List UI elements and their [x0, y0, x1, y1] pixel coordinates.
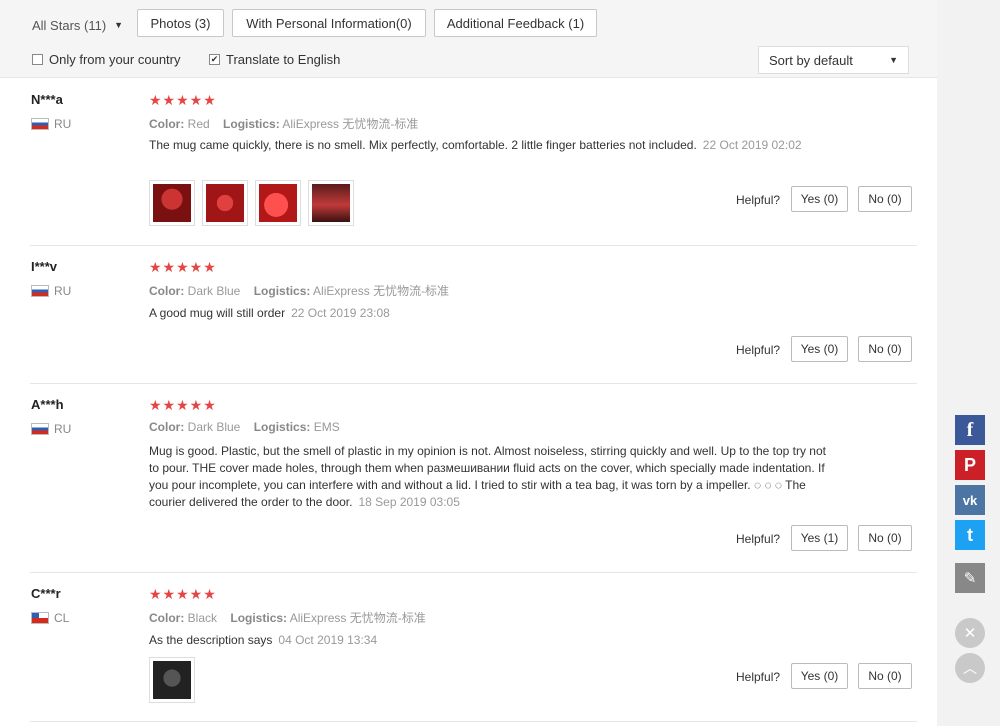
review-divider [30, 721, 917, 722]
photos-filter-button[interactable]: Photos (3) [137, 9, 224, 37]
review-photo-thumbnail[interactable] [308, 180, 354, 226]
star-rating: ★★★★★ [149, 586, 217, 602]
color-label: Color: [149, 117, 185, 131]
scroll-up-icon[interactable]: ︿ [955, 653, 985, 683]
color-value: Dark Blue [187, 420, 241, 434]
review-date: 04 Oct 2019 13:34 [278, 633, 378, 647]
review-photos [149, 180, 354, 226]
reviewer-name: C***r [31, 586, 61, 601]
helpful-label: Helpful? [736, 532, 781, 546]
reviewer-name: A***h [31, 397, 64, 412]
chevron-down-icon: ▼ [114, 20, 124, 30]
review-meta: Color: Dark Blue Logistics: AliExpress 无… [149, 282, 449, 299]
helpful-label: Helpful? [736, 343, 781, 357]
country-code: RU [54, 117, 72, 131]
russia-flag-icon [31, 118, 49, 130]
review-text: Mug is good. Plastic, but the smell of p… [149, 443, 829, 511]
personal-info-filter-button[interactable]: With Personal Information(0) [232, 9, 426, 37]
color-label: Color: [149, 284, 185, 298]
review-meta: Color: Dark Blue Logistics: EMS [149, 420, 340, 434]
filter-bar: All Stars (11) ▼ Photos (3) With Persona… [0, 0, 937, 78]
star-rating: ★★★★★ [149, 259, 217, 275]
color-label: Color: [149, 611, 185, 625]
star-filter-label: All Stars (11) [32, 17, 107, 33]
review-text: The mug came quickly, there is no smell.… [149, 137, 829, 154]
logistics-label: Logistics: [223, 117, 280, 131]
review-meta: Color: Black Logistics: AliExpress 无忧物流-… [149, 609, 426, 626]
color-value: Dark Blue [187, 284, 241, 298]
country-code: CL [54, 611, 70, 625]
review-divider [30, 245, 917, 246]
chile-flag-icon [31, 612, 49, 624]
vk-share-icon[interactable]: vk [955, 485, 985, 515]
facebook-share-icon[interactable]: f [955, 415, 985, 445]
translate-checkbox[interactable]: ✔ Translate to English [209, 52, 340, 67]
helpful-label: Helpful? [736, 193, 781, 207]
helpful-label: Helpful? [736, 670, 781, 684]
additional-feedback-filter-button[interactable]: Additional Feedback (1) [434, 9, 597, 37]
only-country-label: Only from your country [49, 52, 181, 67]
reviews-panel: All Stars (11) ▼ Photos (3) With Persona… [0, 0, 937, 726]
helpful-no-button[interactable]: No (0) [858, 336, 912, 362]
edit-icon[interactable]: ✎ [955, 563, 985, 593]
logistics-value: AliExpress 无忧物流-标准 [313, 284, 450, 298]
color-label: Color: [149, 420, 185, 434]
reviewer-country: RU [31, 284, 71, 298]
country-code: RU [54, 422, 72, 436]
reviewer-country: RU [31, 117, 71, 131]
review-body: Mug is good. Plastic, but the smell of p… [149, 444, 826, 509]
reviewer-name: I***v [31, 259, 58, 274]
chevron-down-icon: ▼ [889, 55, 898, 65]
review-body: A good mug will still order [149, 306, 286, 320]
logistics-value: AliExpress 无忧物流-标准 [282, 117, 419, 131]
star-rating: ★★★★★ [149, 92, 217, 108]
pinterest-share-icon[interactable]: P [955, 450, 985, 480]
reviewer-name: N***a [31, 92, 63, 107]
russia-flag-icon [31, 285, 49, 297]
star-rating: ★★★★★ [149, 397, 217, 413]
logistics-label: Logistics: [253, 420, 311, 434]
helpful-no-button[interactable]: No (0) [858, 663, 912, 689]
checkbox-checked-icon: ✔ [209, 54, 220, 65]
review-date: 22 Oct 2019 02:02 [702, 138, 802, 152]
review-body: The mug came quickly, there is no smell.… [149, 138, 697, 152]
helpful-yes-button[interactable]: Yes (0) [791, 663, 848, 689]
review-photos [149, 657, 195, 703]
logistics-value: EMS [313, 420, 340, 434]
review-divider [30, 572, 917, 573]
review-photo-thumbnail[interactable] [149, 180, 195, 226]
review-photo-thumbnail[interactable] [255, 180, 301, 226]
review-text: As the description says 04 Oct 2019 13:34 [149, 632, 829, 649]
review-date: 18 Sep 2019 03:05 [358, 495, 460, 509]
checkbox-unchecked-icon [32, 54, 43, 65]
logistics-label: Logistics: [253, 284, 311, 298]
logistics-label: Logistics: [230, 611, 288, 625]
close-icon[interactable]: ✕ [955, 618, 985, 648]
helpful-no-button[interactable]: No (0) [858, 186, 912, 212]
color-value: Red [187, 117, 210, 131]
only-country-checkbox[interactable]: Only from your country [32, 52, 181, 67]
color-value: Black [187, 611, 218, 625]
sort-label: Sort by default [769, 52, 853, 68]
reviewer-country: RU [31, 422, 71, 436]
russia-flag-icon [31, 423, 49, 435]
review-photo-thumbnail[interactable] [149, 657, 195, 703]
helpful-no-button[interactable]: No (0) [858, 525, 912, 551]
helpful-yes-button[interactable]: Yes (1) [791, 525, 848, 551]
twitter-share-icon[interactable]: t [955, 520, 985, 550]
review-date: 22 Oct 2019 23:08 [291, 306, 390, 320]
review-divider [30, 383, 917, 384]
review-body: As the description says [149, 633, 273, 647]
country-code: RU [54, 284, 72, 298]
star-filter-dropdown[interactable]: All Stars (11) ▼ [32, 15, 123, 35]
review-meta: Color: Red Logistics: AliExpress 无忧物流-标准 [149, 115, 418, 132]
helpful-yes-button[interactable]: Yes (0) [791, 336, 848, 362]
reviewer-country: CL [31, 611, 69, 625]
review-photo-thumbnail[interactable] [202, 180, 248, 226]
sort-dropdown[interactable]: Sort by default ▼ [758, 46, 909, 74]
logistics-value: AliExpress 无忧物流-标准 [289, 611, 426, 625]
translate-label: Translate to English [226, 52, 341, 67]
helpful-yes-button[interactable]: Yes (0) [791, 186, 848, 212]
review-text: A good mug will still order 22 Oct 2019 2… [149, 305, 829, 322]
